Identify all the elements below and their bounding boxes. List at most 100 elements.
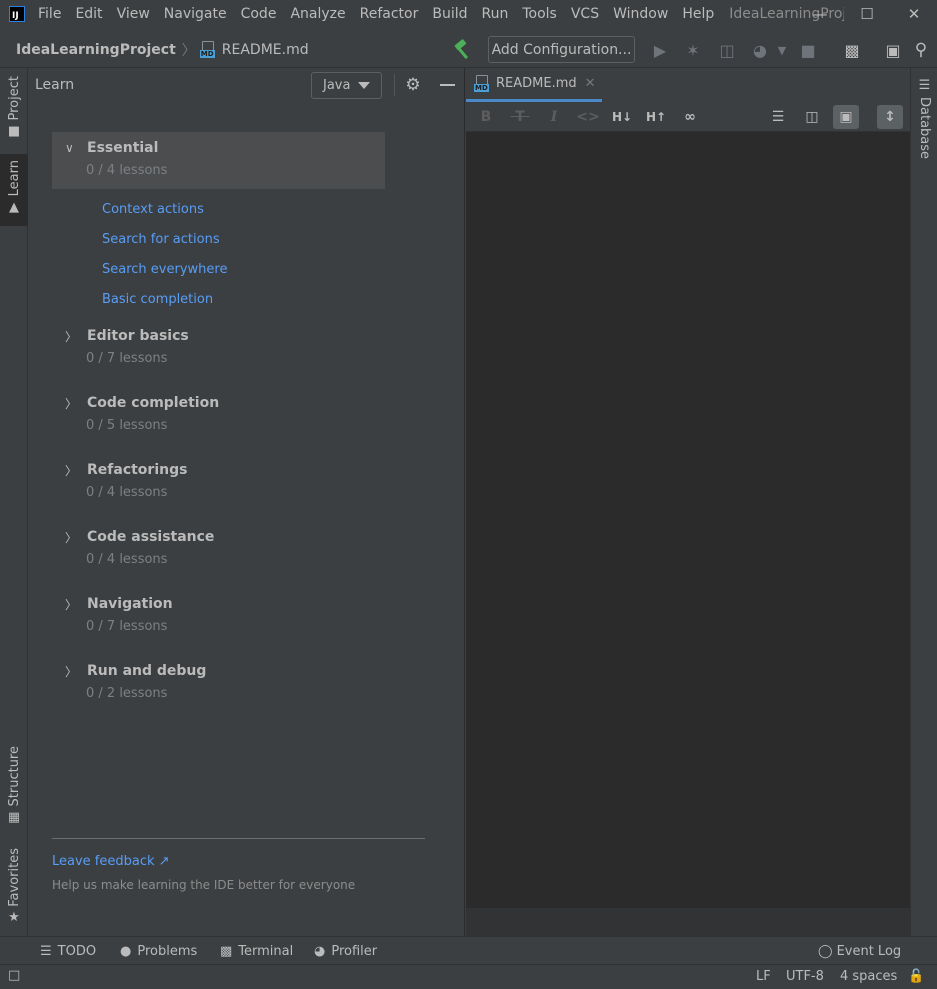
line-separator-status[interactable]: LF (756, 969, 771, 984)
tab-database[interactable]: ☰ Database (911, 78, 937, 159)
toggle-tool-windows-icon[interactable]: □ (8, 968, 20, 983)
graduation-cap-icon: ▲ (9, 199, 19, 215)
menu-tools[interactable]: Tools (522, 6, 557, 22)
todo-button[interactable]: ☰ TODO (40, 937, 96, 965)
build-hammer-icon[interactable] (452, 39, 474, 61)
module-lesson-count: 0 / 7 lessons (86, 351, 168, 366)
italic-icon[interactable]: I (541, 105, 567, 129)
menu-run[interactable]: Run (482, 6, 509, 22)
event-log-label: Event Log (836, 943, 902, 959)
encoding-status[interactable]: UTF-8 (786, 969, 824, 984)
close-window-icon[interactable]: ✕ (891, 0, 937, 28)
unlock-icon[interactable]: 🔓 (908, 969, 924, 984)
gear-icon[interactable]: ⚙ (404, 75, 422, 95)
split-view-icon[interactable]: ◫ (799, 105, 825, 129)
tool-window-bar: ☰ TODO ● Problems ▩ Terminal ◕ Profiler … (0, 936, 937, 964)
menu-analyze[interactable]: Analyze (290, 6, 345, 22)
more-run-options-chevron-icon[interactable]: ▼ (770, 38, 794, 62)
project-structure-icon[interactable]: ▩ (840, 38, 864, 62)
module-run-and-debug[interactable]: 〉 Run and debug 0 / 2 lessons (52, 661, 385, 701)
module-title: Code completion (87, 395, 220, 411)
tab-project[interactable]: Project ■ (0, 76, 28, 146)
profiler-icon: ◕ (314, 943, 326, 959)
menu-code[interactable]: Code (241, 6, 277, 22)
tab-learn-label: Learn (6, 160, 22, 197)
event-log-button[interactable]: ◯ Event Log (818, 937, 901, 965)
todo-label: TODO (57, 943, 97, 959)
search-everywhere-icon[interactable]: ⚲ (909, 38, 933, 62)
maximize-window-icon[interactable]: ☐ (844, 0, 890, 28)
module-essential[interactable]: ∨ Essential 0 / 4 lessons (52, 132, 385, 189)
menu-file[interactable]: File (38, 6, 61, 22)
terminal-button[interactable]: ▩ Terminal (220, 937, 293, 965)
menu-view[interactable]: View (117, 6, 150, 22)
tab-favorites[interactable]: Favorites ★ (0, 848, 28, 930)
heading-up-button[interactable]: H↑ (643, 105, 669, 129)
module-title: Editor basics (87, 328, 189, 344)
tab-readme[interactable]: MD README.md ✕ (466, 68, 602, 102)
menu-help[interactable]: Help (682, 6, 714, 22)
indent-status[interactable]: 4 spaces (840, 969, 897, 984)
editor-tab-bar: MD README.md ✕ (466, 68, 910, 102)
chevron-down-icon (358, 82, 370, 89)
learn-title: Learn (35, 77, 75, 93)
structure-icon: ▦ (7, 809, 21, 825)
module-lesson-count: 0 / 2 lessons (86, 686, 168, 701)
run-anything-icon[interactable]: ▣ (881, 38, 905, 62)
run-icon[interactable]: ▶ (648, 38, 672, 62)
lesson-link-search-for-actions[interactable]: Search for actions (102, 232, 220, 247)
debug-icon[interactable]: ✶ (681, 38, 705, 62)
code-icon[interactable]: <> (575, 105, 601, 129)
module-code-completion[interactable]: 〉 Code completion 0 / 5 lessons (52, 393, 385, 433)
tab-learn[interactable]: Learn ▲ (0, 154, 28, 226)
add-configuration-button[interactable]: Add Configuration... (488, 36, 635, 63)
editor-content-area[interactable] (466, 132, 910, 908)
breadcrumb-file[interactable]: README.md (222, 42, 309, 58)
breadcrumb-project[interactable]: IdeaLearningProject (16, 42, 176, 58)
learn-header: Learn Java ⚙ (28, 68, 465, 102)
tab-favorites-label: Favorites (6, 848, 22, 907)
module-navigation[interactable]: 〉 Navigation 0 / 7 lessons (52, 594, 385, 634)
profiler-label: Profiler (331, 943, 378, 959)
profiler-button[interactable]: ◕ Profiler (314, 937, 377, 965)
tab-structure[interactable]: Structure ▦ (0, 746, 28, 828)
lesson-link-search-everywhere[interactable]: Search everywhere (102, 262, 227, 277)
scroll-sync-icon[interactable]: ↕ (877, 105, 903, 129)
chevron-right-icon: 〉 (65, 329, 78, 344)
lesson-link-context-actions[interactable]: Context actions (102, 202, 204, 217)
preview-only-icon[interactable]: ▣ (833, 105, 859, 129)
chevron-right-icon: 〉 (65, 597, 78, 612)
tab-readme-label: README.md (496, 76, 577, 91)
markdown-file-icon: MD (474, 75, 491, 92)
minimize-window-icon[interactable]: — (797, 0, 843, 28)
menu-edit[interactable]: Edit (75, 6, 102, 22)
module-refactorings[interactable]: 〉 Refactorings 0 / 4 lessons (52, 460, 385, 500)
bold-button[interactable]: B (473, 105, 499, 129)
star-icon: ★ (8, 910, 20, 926)
strikethrough-icon[interactable]: T (507, 105, 533, 129)
menu-window[interactable]: Window (613, 6, 668, 22)
module-title: Run and debug (87, 663, 207, 679)
link-icon[interactable]: ∞ (677, 105, 703, 129)
menu-refactor[interactable]: Refactor (360, 6, 419, 22)
module-editor-basics[interactable]: 〉 Editor basics 0 / 7 lessons (52, 326, 385, 366)
menu-navigate[interactable]: Navigate (164, 6, 227, 22)
module-code-assistance[interactable]: 〉 Code assistance 0 / 4 lessons (52, 527, 385, 567)
editor-only-icon[interactable]: ☰ (765, 105, 791, 129)
menu-build[interactable]: Build (432, 6, 467, 22)
editor: MD README.md ✕ B T I <> H↓ H↑ ∞ ☰ ◫ ▣ ↕ (466, 68, 910, 936)
problems-button[interactable]: ● Problems (120, 937, 197, 965)
hide-panel-icon[interactable] (440, 84, 455, 86)
leave-feedback-link[interactable]: Leave feedback ↗ (52, 854, 170, 869)
heading-down-button[interactable]: H↓ (609, 105, 635, 129)
stop-icon[interactable]: ■ (796, 38, 820, 62)
lesson-link-basic-completion[interactable]: Basic completion (102, 292, 213, 307)
breadcrumb-separator-icon: 〉 (181, 42, 196, 59)
menu-vcs[interactable]: VCS (571, 6, 599, 22)
run-with-coverage-icon[interactable]: ◫ (715, 38, 739, 62)
language-select[interactable]: Java (311, 72, 382, 99)
profile-icon[interactable]: ◕ (748, 38, 772, 62)
left-tool-stripe: Project ■ Learn ▲ Structure ▦ Favorites … (0, 68, 28, 936)
close-icon[interactable]: ✕ (585, 76, 596, 91)
terminal-icon: ▩ (220, 943, 233, 959)
